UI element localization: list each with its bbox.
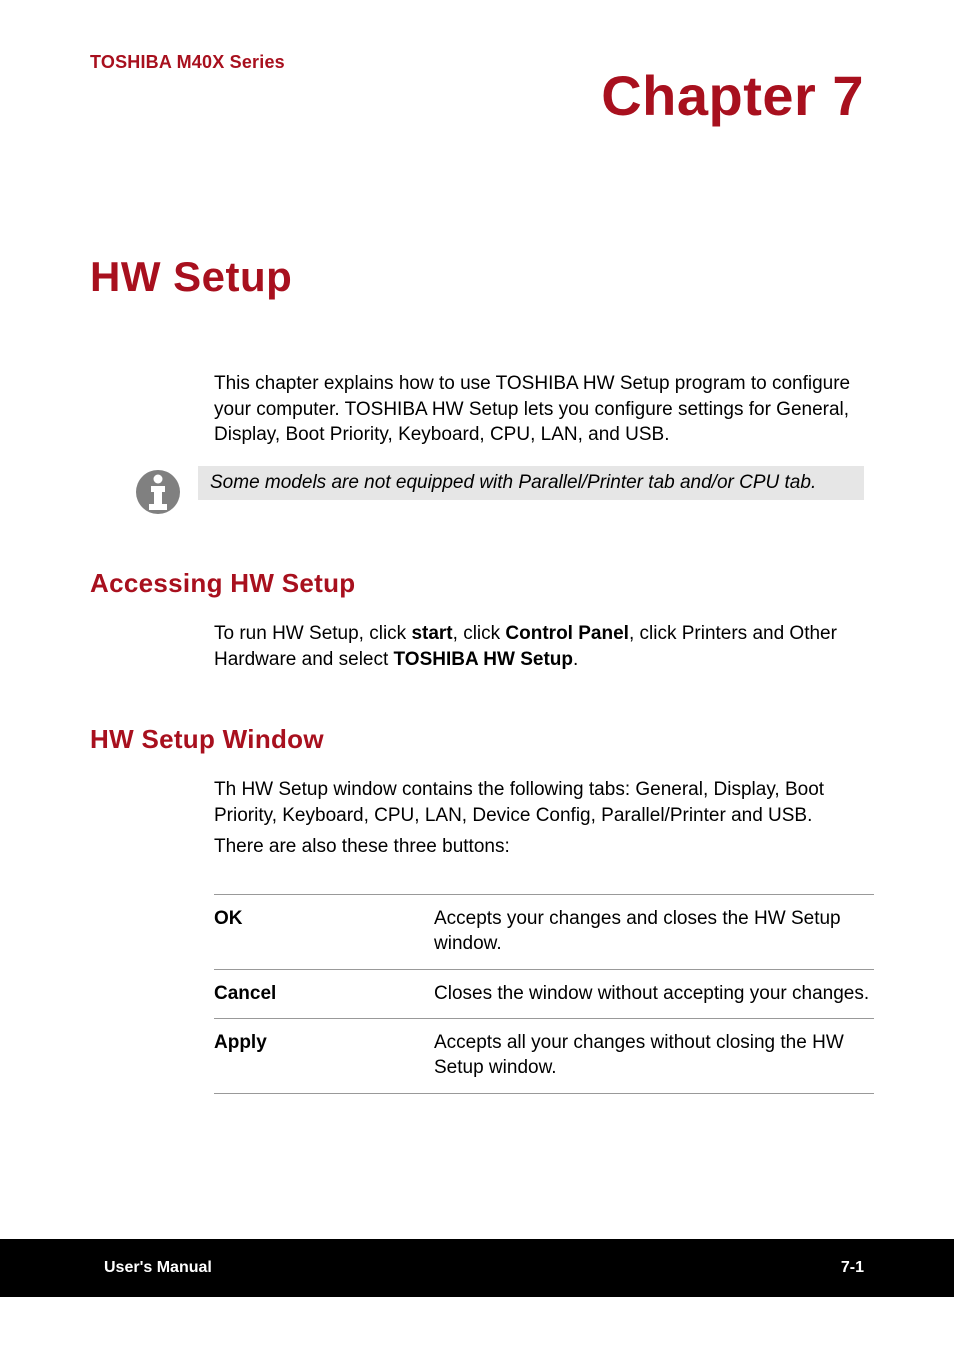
- table-row: Apply Accepts all your changes without c…: [214, 1019, 874, 1093]
- page-footer: User's Manual 7-1: [0, 1239, 954, 1297]
- window-body-2: There are also these three buttons:: [214, 834, 864, 860]
- text-segment: To run HW Setup, click: [214, 623, 411, 644]
- button-name-ok: OK: [214, 895, 434, 969]
- bold-control-panel: Control Panel: [505, 623, 629, 644]
- section-heading-window: HW Setup Window: [90, 724, 864, 755]
- info-icon: [134, 468, 182, 516]
- buttons-table: OK Accepts your changes and closes the H…: [214, 894, 874, 1093]
- text-segment: .: [573, 649, 578, 670]
- button-name-cancel: Cancel: [214, 969, 434, 1019]
- button-name-apply: Apply: [214, 1019, 434, 1093]
- accessing-body: To run HW Setup, click start, click Cont…: [214, 621, 864, 672]
- note-text: Some models are not equipped with Parall…: [198, 466, 864, 500]
- footer-page-number: 7-1: [841, 1259, 864, 1277]
- button-desc-apply: Accepts all your changes without closing…: [434, 1019, 874, 1093]
- page-title: HW Setup: [90, 253, 864, 301]
- table-row: Cancel Closes the window without accepti…: [214, 969, 874, 1019]
- note-container: Some models are not equipped with Parall…: [134, 466, 864, 516]
- button-desc-cancel: Closes the window without accepting your…: [434, 969, 874, 1019]
- bold-start: start: [411, 623, 452, 644]
- text-segment: , click: [453, 623, 506, 644]
- table-row: OK Accepts your changes and closes the H…: [214, 895, 874, 969]
- bottom-margin: [0, 1297, 954, 1352]
- button-desc-ok: Accepts your changes and closes the HW S…: [434, 895, 874, 969]
- intro-paragraph: This chapter explains how to use TOSHIBA…: [214, 371, 864, 448]
- footer-manual-label: User's Manual: [104, 1259, 212, 1277]
- bold-toshiba-hw-setup: TOSHIBA HW Setup: [394, 649, 573, 670]
- window-body-1: Th HW Setup window contains the followin…: [214, 777, 864, 828]
- section-heading-accessing: Accessing HW Setup: [90, 568, 864, 599]
